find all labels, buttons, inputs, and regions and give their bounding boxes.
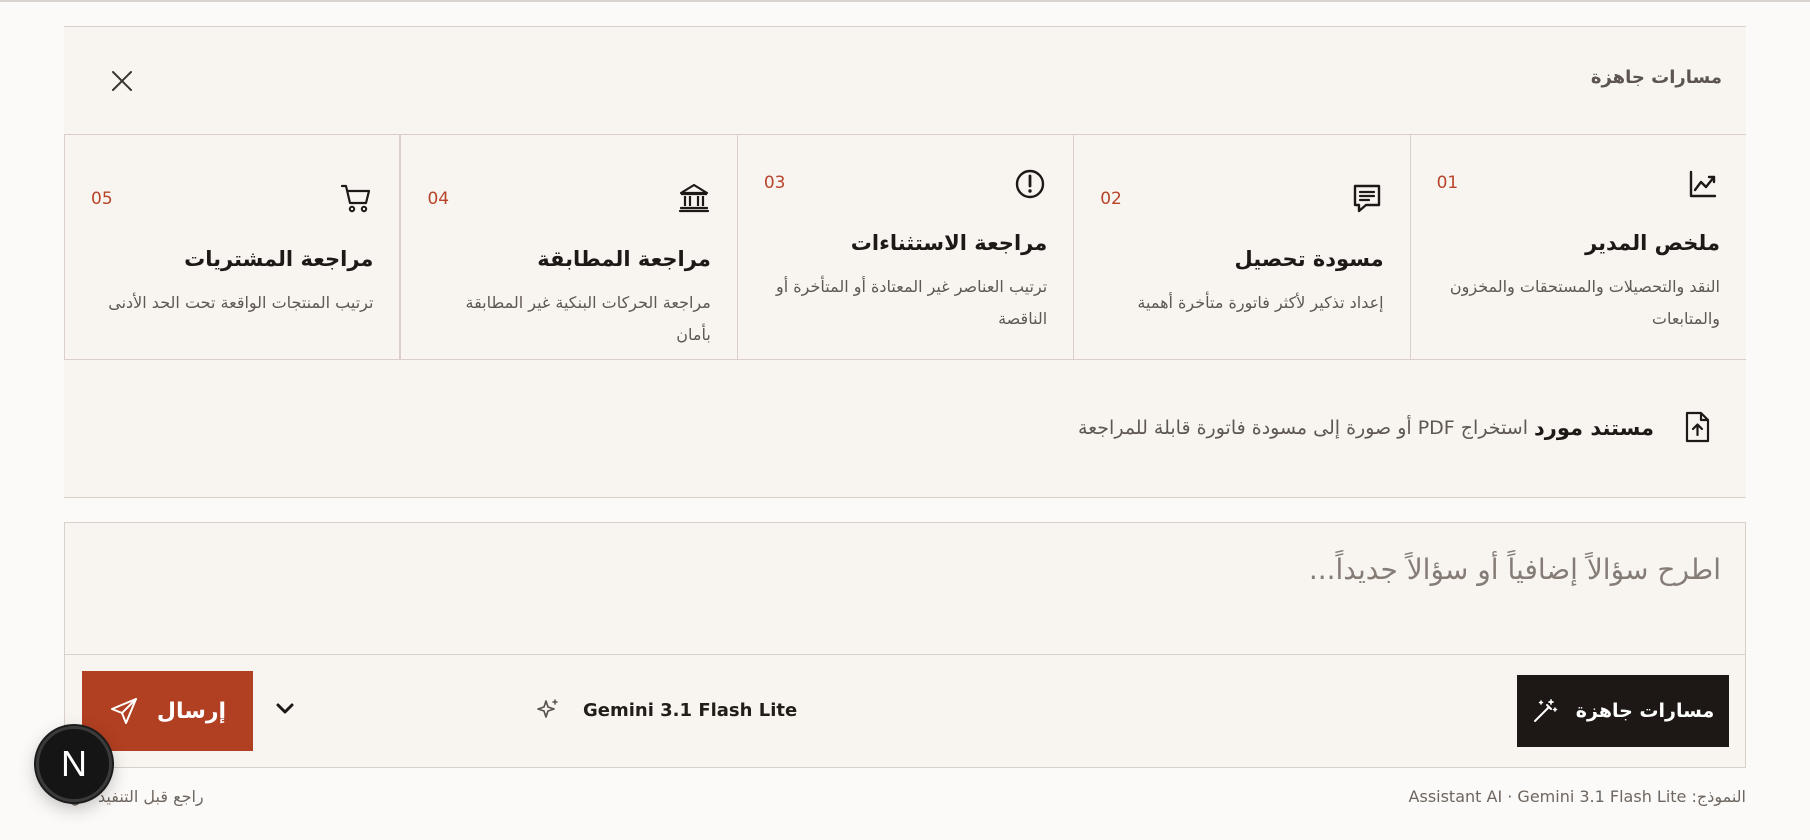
- document-lines-icon: [1353, 184, 1380, 213]
- bank-icon: [678, 183, 709, 213]
- card-description: ترتيب المنتجات الواقعة تحت الحد الأدنى: [108, 293, 374, 312]
- ready-paths-button[interactable]: مسارات جاهزة: [1517, 675, 1729, 747]
- card-title: مراجعة المشتريات: [184, 247, 374, 271]
- vendor-document-row[interactable]: مستند مورد استخراج PDF أو صورة إلى مسودة…: [64, 360, 1746, 499]
- card-manager-summary[interactable]: 01 ملخص المدير النقد والتحصيلات والمستحق…: [1409, 135, 1746, 359]
- footer-model-info: النموذج: Assistant AI · Gemini 3.1 Flash…: [1408, 787, 1746, 806]
- file-upload-icon: [1685, 411, 1710, 443]
- ready-paths-panel: مسارات جاهزة 01 ملخص المدير النقد والتحص…: [64, 26, 1746, 498]
- alert-circle-icon: [1016, 169, 1045, 199]
- card-number: 03: [763, 173, 786, 193]
- send-label: إرسال: [156, 698, 227, 724]
- card-number: 05: [91, 189, 113, 209]
- close-icon: [112, 71, 132, 91]
- card-collection-draft[interactable]: 02 مسودة تحصيل إعداد تذكير لأكثر فاتورة …: [1073, 135, 1409, 359]
- card-description: ترتيب العناصر غير المعتادة أو المتأخرة أ…: [776, 277, 1048, 328]
- magic-wand-icon: [1533, 699, 1558, 722]
- card-title: مسودة تحصيل: [1234, 247, 1384, 271]
- card-title: مراجعة المطابقة: [537, 247, 711, 271]
- review-note-text: راجع قبل التنفيذ: [98, 786, 204, 806]
- avatar-letter: N: [61, 743, 87, 784]
- close-button[interactable]: [108, 67, 136, 95]
- composer-divider: [65, 654, 1745, 655]
- model-selector[interactable]: Gemini 3.1 Flash Lite: [535, 697, 797, 723]
- send-button[interactable]: إرسال: [82, 671, 253, 751]
- vendor-title: مستند مورد: [1534, 416, 1654, 440]
- card-description: النقد والتحصيلات والمستحقات والمخزون وال…: [1449, 277, 1720, 328]
- card-description: إعداد تذكير لأكثر فاتورة متأخرة أهمية: [1137, 293, 1384, 312]
- chevron-down-icon[interactable]: [273, 697, 297, 721]
- card-exceptions-review[interactable]: 03 مراجعة الاستثناءات ترتيب العناصر غير …: [736, 135, 1073, 359]
- path-cards: 01 ملخص المدير النقد والتحصيلات والمستحق…: [64, 134, 1746, 360]
- panel-header: مسارات جاهزة: [64, 27, 1746, 134]
- trend-chart-icon: [1689, 170, 1717, 198]
- panel-title: مسارات جاهزة: [1590, 67, 1722, 88]
- top-divider: [0, 0, 1810, 2]
- card-description: مراجعة الحركات البنكية غير المطابقة بأما…: [465, 293, 711, 344]
- composer: مسارات جاهزة Gemini 3.1 Flash Lite إرسال: [64, 522, 1746, 768]
- question-input[interactable]: [65, 523, 1745, 654]
- card-reconciliation-review[interactable]: 04 مراجعة المطابقة مراجعة الحركات البنكي…: [400, 135, 736, 359]
- send-icon: [110, 698, 137, 724]
- model-name: Gemini 3.1 Flash Lite: [583, 699, 798, 721]
- card-title: مراجعة الاستثناءات: [850, 231, 1048, 255]
- cart-icon: [341, 184, 371, 213]
- avatar[interactable]: N: [36, 726, 112, 802]
- card-number: 01: [1436, 173, 1459, 193]
- card-purchases-review[interactable]: 05 مراجعة المشتريات ترتيب المنتجات الواق…: [64, 135, 401, 359]
- vendor-description: استخراج PDF أو صورة إلى مسودة فاتورة قاب…: [1077, 417, 1528, 439]
- card-number: 02: [1100, 189, 1122, 209]
- ready-paths-label: مسارات جاهزة: [1575, 700, 1715, 722]
- card-title: ملخص المدير: [1585, 231, 1720, 255]
- card-number: 04: [427, 189, 450, 209]
- sparkle-icon: [537, 699, 558, 718]
